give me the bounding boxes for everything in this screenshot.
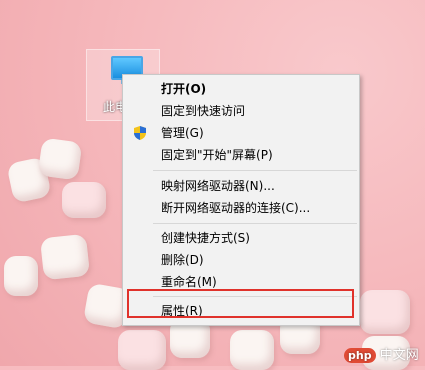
menu-item-pin-start[interactable]: 固定到"开始"屏幕(P) — [123, 144, 359, 166]
menu-separator — [153, 223, 357, 224]
menu-item-label: 固定到快速访问 — [161, 104, 246, 118]
uac-shield-icon — [134, 126, 146, 140]
marshmallow-decoration — [360, 290, 410, 334]
menu-item-pin-quick-access[interactable]: 固定到快速访问 — [123, 100, 359, 122]
menu-separator — [153, 170, 357, 171]
menu-item-label: 断开网络驱动器的连接(C)... — [161, 201, 311, 215]
watermark-logo: php — [344, 348, 376, 363]
watermark: php 中文网 — [344, 344, 422, 363]
menu-item-create-shortcut[interactable]: 创建快捷方式(S) — [123, 227, 359, 249]
watermark-text: 中文网 — [379, 348, 419, 363]
marshmallow-decoration — [39, 233, 91, 281]
menu-item-label: 删除(D) — [161, 253, 204, 267]
menu-item-delete[interactable]: 删除(D) — [123, 249, 359, 271]
menu-item-map-network-drive[interactable]: 映射网络驱动器(N)... — [123, 175, 359, 197]
menu-item-label: 固定到"开始"屏幕(P) — [161, 148, 273, 162]
marshmallow-decoration — [4, 256, 38, 296]
menu-item-label: 打开(O) — [161, 82, 207, 96]
marshmallow-decoration — [118, 330, 166, 370]
marshmallow-decoration — [230, 330, 274, 370]
menu-item-label: 管理(G) — [161, 126, 204, 140]
properties-highlight-box — [127, 289, 354, 318]
menu-item-label: 创建快捷方式(S) — [161, 231, 250, 245]
menu-item-manage[interactable]: 管理(G) — [123, 122, 359, 144]
menu-item-label: 映射网络驱动器(N)... — [161, 179, 275, 193]
menu-item-open[interactable]: 打开(O) — [123, 78, 359, 100]
marshmallow-decoration — [62, 182, 106, 218]
menu-item-disconnect-network-drive[interactable]: 断开网络驱动器的连接(C)... — [123, 197, 359, 219]
marshmallow-decoration — [37, 137, 83, 181]
